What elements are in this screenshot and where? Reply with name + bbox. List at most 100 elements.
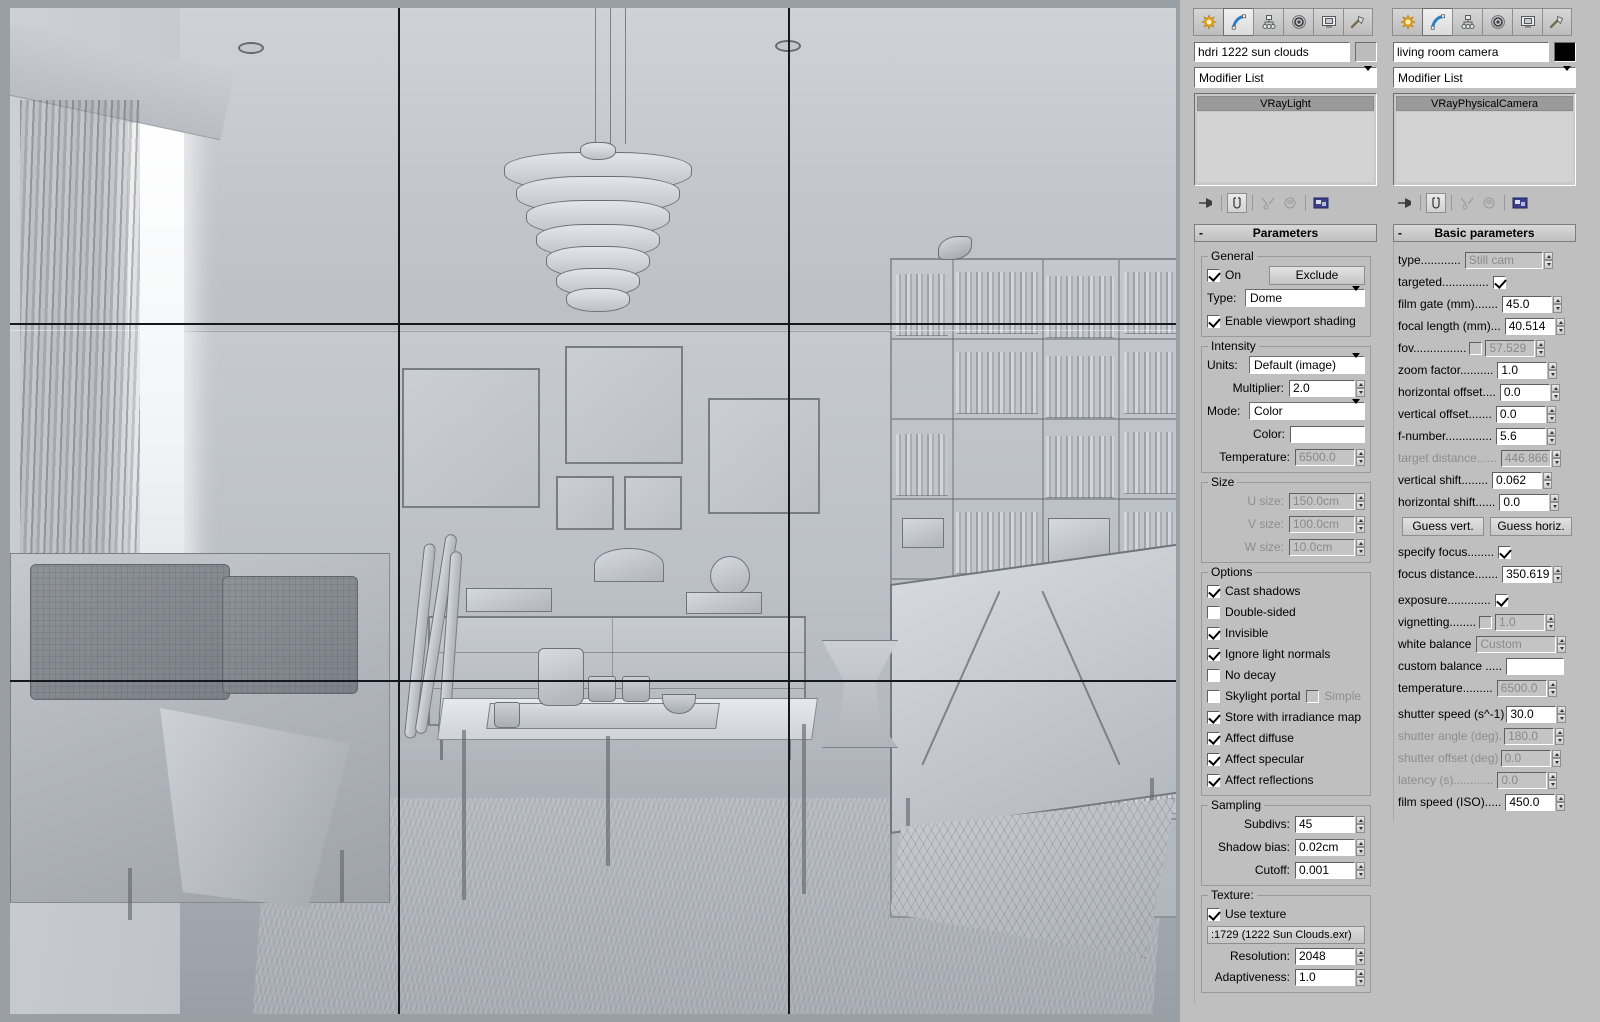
zoom-factor-spinner[interactable] [1548,362,1557,379]
motion-tab[interactable] [1482,8,1512,36]
horizontal-shift-spinner[interactable] [1550,494,1559,511]
cutoff-spinner[interactable] [1356,862,1365,879]
latency-input[interactable]: 0.0 [1497,772,1547,789]
mode-dropdown[interactable]: Color [1249,402,1365,420]
vertical-shift-input[interactable]: 0.062 [1492,472,1542,489]
subdivs-spinner[interactable] [1356,816,1365,833]
light-color-swatch[interactable] [1355,42,1377,62]
u-size-input[interactable]: 150.0cm [1289,493,1355,510]
temperature-spinner[interactable] [1356,449,1365,466]
specify-focus-checkbox[interactable] [1498,546,1511,559]
no-decay-checkbox[interactable] [1207,669,1220,682]
vertical-offset-input[interactable]: 0.0 [1496,406,1546,423]
v-size-spinner[interactable] [1356,516,1365,533]
light-type-dropdown[interactable]: Dome [1245,289,1365,307]
camera-type-dropdown[interactable]: Still cam [1465,252,1543,269]
shutter-angle-spinner[interactable] [1555,728,1564,745]
perspective-viewport[interactable] [0,0,1180,1022]
invisible-checkbox[interactable] [1207,627,1220,640]
camera-color-swatch[interactable] [1554,42,1576,62]
shutter-angle-input[interactable]: 180.0 [1504,728,1554,745]
focal-length-input[interactable]: 40.514 [1505,318,1555,335]
light-modifier-stack[interactable]: VRayLight [1194,93,1377,186]
film-gate-spinner[interactable] [1553,296,1562,313]
delete-modifier-icon[interactable] [1479,193,1499,213]
focus-distance-spinner[interactable] [1553,566,1562,583]
stack-item-vrayphysicalcamera[interactable]: VRayPhysicalCamera [1396,96,1573,111]
horizontal-shift-input[interactable]: 0.0 [1499,494,1549,511]
fov-spinner[interactable] [1536,340,1545,357]
vignetting-spinner[interactable] [1546,614,1555,631]
simple-checkbox[interactable] [1306,690,1319,703]
modify-tab[interactable] [1422,8,1452,36]
u-size-spinner[interactable] [1356,493,1365,510]
double-sided-checkbox[interactable] [1207,606,1220,619]
w-size-spinner[interactable] [1356,539,1365,556]
target-distance-spinner[interactable] [1552,450,1561,467]
units-dropdown[interactable]: Default (image) [1249,356,1365,374]
horizontal-offset-spinner[interactable] [1551,384,1560,401]
camera-temperature-spinner[interactable] [1548,680,1557,697]
utilities-tab[interactable] [1343,8,1373,36]
affect-specular-checkbox[interactable] [1207,753,1220,766]
pin-stack-icon[interactable] [1196,193,1216,213]
affect-diffuse-checkbox[interactable] [1207,732,1220,745]
v-size-input[interactable]: 100.0cm [1289,516,1355,533]
film-speed-input[interactable]: 450.0 [1505,794,1555,811]
viewport-shading-checkbox[interactable] [1207,315,1220,328]
create-tab[interactable] [1392,8,1422,36]
camera-temperature-input[interactable]: 6500.0 [1497,680,1547,697]
custom-balance-swatch[interactable] [1506,658,1564,675]
w-size-input[interactable]: 10.0cm [1289,539,1355,556]
shadow-bias-input[interactable]: 0.02cm [1295,839,1355,856]
fov-input[interactable]: 57.529 [1485,340,1535,357]
store-irradiance-checkbox[interactable] [1207,711,1220,724]
multiplier-spinner[interactable] [1356,380,1365,397]
texture-map-button[interactable]: :1729 (1222 Sun Clouds.exr) [1207,926,1365,944]
motion-tab[interactable] [1283,8,1313,36]
configure-sets-icon[interactable] [1311,193,1331,213]
resolution-input[interactable]: 2048 [1295,948,1355,965]
film-speed-spinner[interactable] [1556,794,1565,811]
create-tab[interactable] [1193,8,1223,36]
light-color-swatch-button[interactable] [1290,426,1365,443]
shutter-offset-spinner[interactable] [1552,750,1561,767]
hierarchy-tab[interactable] [1253,8,1283,36]
make-unique-icon[interactable] [1457,193,1477,213]
shutter-speed-spinner[interactable] [1557,706,1566,723]
hierarchy-tab[interactable] [1452,8,1482,36]
stack-item-vraylight[interactable]: VRayLight [1197,96,1374,111]
camera-type-spinner[interactable] [1544,252,1553,269]
affect-reflections-checkbox[interactable] [1207,774,1220,787]
camera-name-input[interactable]: living room camera [1393,42,1549,62]
light-modifier-list[interactable]: Modifier List [1194,67,1377,88]
targeted-checkbox[interactable] [1493,276,1506,289]
adaptiveness-spinner[interactable] [1356,969,1365,986]
exclude-button[interactable]: Exclude [1269,266,1365,285]
camera-modifier-list[interactable]: Modifier List [1393,67,1576,88]
multiplier-input[interactable]: 2.0 [1289,380,1355,397]
vignetting-checkbox[interactable] [1479,616,1492,629]
guess-vert-button[interactable]: Guess vert. [1402,517,1484,536]
white-balance-dropdown[interactable]: Custom [1476,636,1556,653]
horizontal-offset-input[interactable]: 0.0 [1500,384,1550,401]
vertical-offset-spinner[interactable] [1547,406,1556,423]
light-parameters-title[interactable]: - Parameters [1194,224,1377,242]
focus-distance-input[interactable]: 350.619 [1502,566,1552,583]
f-number-spinner[interactable] [1547,428,1556,445]
skylight-portal-checkbox[interactable] [1207,690,1220,703]
latency-spinner[interactable] [1548,772,1557,789]
light-name-input[interactable]: hdri 1222 sun clouds [1194,42,1350,62]
vignetting-input[interactable]: 1.0 [1495,614,1545,631]
shutter-offset-input[interactable]: 0.0 [1501,750,1551,767]
film-gate-input[interactable]: 45.0 [1502,296,1552,313]
fov-checkbox[interactable] [1469,342,1482,355]
vertical-shift-spinner[interactable] [1543,472,1552,489]
show-end-result-icon[interactable] [1227,193,1247,213]
f-number-input[interactable]: 5.6 [1496,428,1546,445]
exposure-checkbox[interactable] [1495,594,1508,607]
use-texture-checkbox[interactable] [1207,908,1220,921]
cast-shadows-checkbox[interactable] [1207,585,1220,598]
ignore-light-normals-checkbox[interactable] [1207,648,1220,661]
camera-basic-parameters-title[interactable]: - Basic parameters [1393,224,1576,242]
